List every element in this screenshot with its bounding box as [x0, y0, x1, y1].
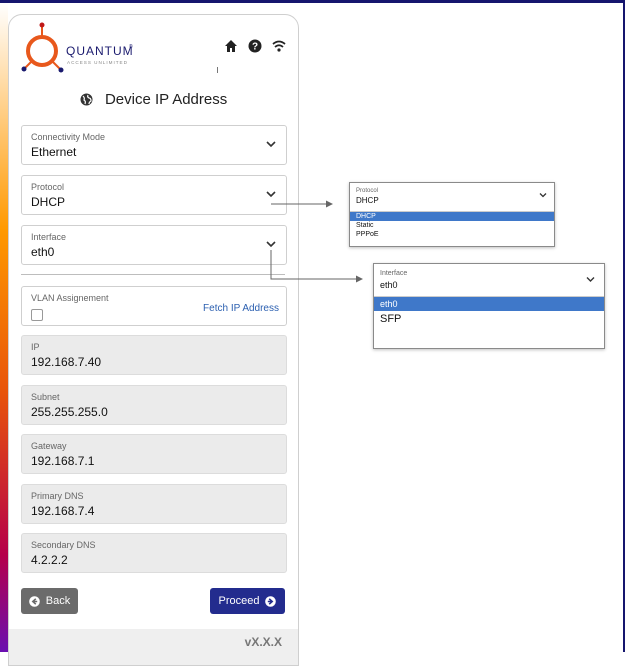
- interface-option-sfp[interactable]: SFP: [374, 311, 604, 327]
- interface-dropdown-expanded: Interface eth0 eth0 SFP: [373, 263, 605, 349]
- protocol-option-dhcp[interactable]: DHCP: [350, 212, 554, 221]
- protocol-dropdown-header[interactable]: Protocol DHCP: [350, 183, 554, 212]
- interface-dropdown-value: eth0: [380, 280, 398, 290]
- chevron-down-icon: [586, 277, 595, 282]
- interface-option-eth0[interactable]: eth0: [374, 297, 604, 311]
- protocol-dropdown-expanded: Protocol DHCP DHCP Static PPPoE: [349, 182, 555, 247]
- protocol-option-static[interactable]: Static: [350, 221, 554, 230]
- interface-dropdown-header[interactable]: Interface eth0: [374, 264, 604, 297]
- interface-callout-arrow: [270, 250, 363, 283]
- interface-dropdown-label: Interface: [380, 270, 408, 277]
- protocol-dropdown-label: Protocol: [356, 188, 379, 194]
- protocol-dropdown-value: DHCP: [356, 196, 379, 205]
- protocol-option-pppoe[interactable]: PPPoE: [350, 230, 554, 239]
- chevron-down-icon: [539, 193, 547, 198]
